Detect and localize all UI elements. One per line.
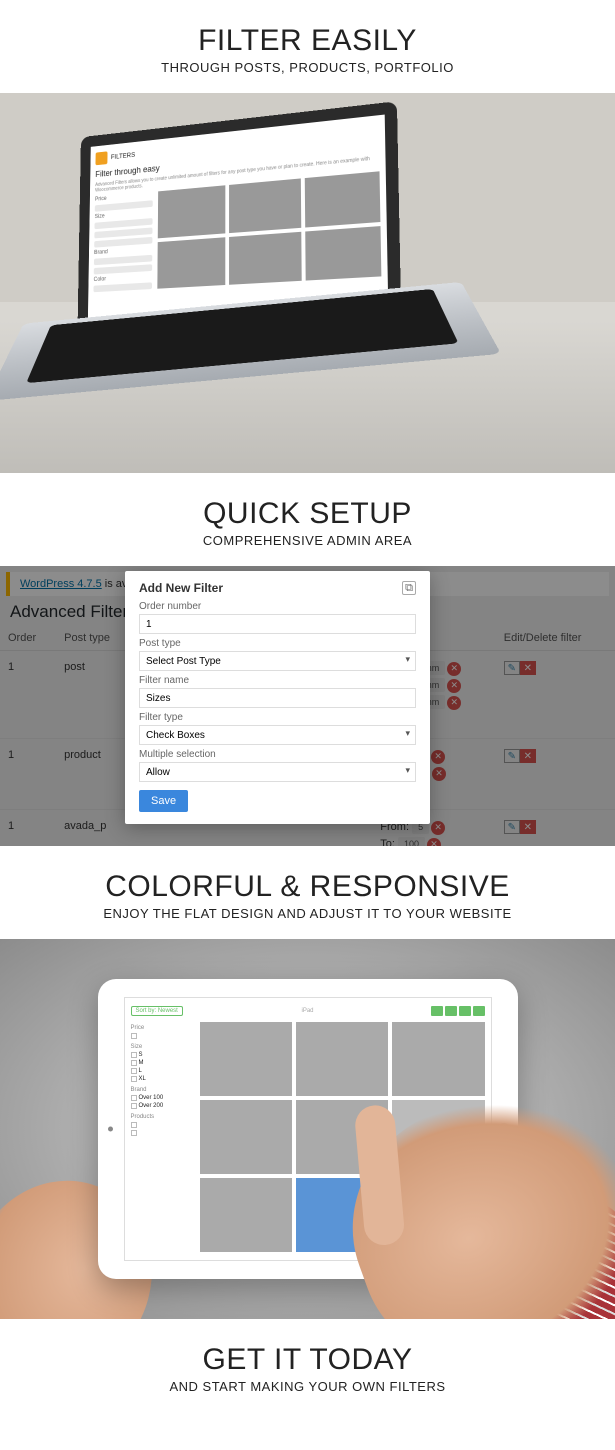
product-gallery bbox=[157, 171, 381, 288]
tablet-photo: Sort by: Newest iPad Price Size S M L XL… bbox=[0, 939, 615, 1319]
sidebar-label: Size bbox=[131, 1044, 195, 1050]
checkbox-option[interactable]: XL bbox=[139, 1076, 146, 1082]
label-order-number: Order number bbox=[139, 601, 416, 612]
filter-name-input[interactable] bbox=[139, 688, 416, 708]
multiple-selection-select[interactable]: Allow bbox=[139, 762, 416, 782]
logo-icon bbox=[95, 151, 107, 165]
order-number-input[interactable] bbox=[139, 614, 416, 634]
section-2-heading: QUICK SETUP COMPREHENSIVE ADMIN AREA bbox=[0, 473, 615, 566]
section-1-subtitle: THROUGH POSTS, PRODUCTS, PORTFOLIO bbox=[10, 60, 605, 75]
filter-sidebar: Price Size Brand Color bbox=[93, 192, 152, 292]
checkbox-option[interactable]: S bbox=[139, 1052, 143, 1058]
sidebar-label: Brand bbox=[131, 1087, 195, 1093]
section-3-title: COLORFUL & RESPONSIVE bbox=[10, 870, 605, 904]
checkbox-option[interactable]: L bbox=[139, 1068, 142, 1074]
label-filter-type: Filter type bbox=[139, 712, 416, 723]
close-icon[interactable]: ⧉ bbox=[402, 581, 416, 595]
sidebar-label: Price bbox=[131, 1025, 195, 1031]
filter-type-select[interactable]: Check Boxes bbox=[139, 725, 416, 745]
add-filter-modal: Add New Filter ⧉ Order number Post type … bbox=[125, 571, 430, 824]
label-filter-name: Filter name bbox=[139, 675, 416, 686]
section-2-title: QUICK SETUP bbox=[10, 497, 605, 531]
sidebar-label: Color bbox=[94, 274, 152, 283]
view-toggle[interactable] bbox=[431, 1006, 485, 1016]
filter-sidebar: Price Size S M L XL Brand Over 100 Over … bbox=[131, 1022, 195, 1252]
section-1-heading: FILTER EASILY THROUGH POSTS, PRODUCTS, P… bbox=[0, 0, 615, 93]
laptop-photo: FILTERS Filter through easy Advanced Fil… bbox=[0, 93, 615, 473]
checkbox-option[interactable]: Over 100 bbox=[139, 1095, 164, 1101]
label-post-type: Post type bbox=[139, 638, 416, 649]
sidebar-label: Products bbox=[131, 1114, 195, 1120]
admin-screenshot: WordPress 4.7.5 is available! Please upd… bbox=[0, 566, 615, 846]
brand-label: FILTERS bbox=[111, 152, 135, 161]
modal-title: Add New Filter bbox=[139, 581, 223, 595]
device-label: iPad bbox=[301, 1008, 313, 1014]
save-button[interactable]: Save bbox=[139, 790, 188, 812]
sort-chip[interactable]: Sort by: Newest bbox=[131, 1006, 183, 1016]
checkbox-option[interactable]: M bbox=[139, 1060, 144, 1066]
checkbox-option[interactable]: Over 200 bbox=[139, 1103, 164, 1109]
section-4-subtitle: AND START MAKING YOUR OWN FILTERS bbox=[10, 1379, 605, 1394]
post-type-select[interactable]: Select Post Type bbox=[139, 651, 416, 671]
section-2-subtitle: COMPREHENSIVE ADMIN AREA bbox=[10, 533, 605, 548]
camera-icon bbox=[108, 1127, 113, 1132]
section-1-title: FILTER EASILY bbox=[10, 24, 605, 58]
laptop-device: FILTERS Filter through easy Advanced Fil… bbox=[50, 113, 470, 453]
section-3-subtitle: ENJOY THE FLAT DESIGN AND ADJUST IT TO Y… bbox=[10, 906, 605, 921]
section-4-title: GET IT TODAY bbox=[10, 1343, 605, 1377]
section-3-heading: COLORFUL & RESPONSIVE ENJOY THE FLAT DES… bbox=[0, 846, 615, 939]
section-4-heading: GET IT TODAY AND START MAKING YOUR OWN F… bbox=[0, 1319, 615, 1412]
label-multiple-selection: Multiple selection bbox=[139, 749, 416, 760]
